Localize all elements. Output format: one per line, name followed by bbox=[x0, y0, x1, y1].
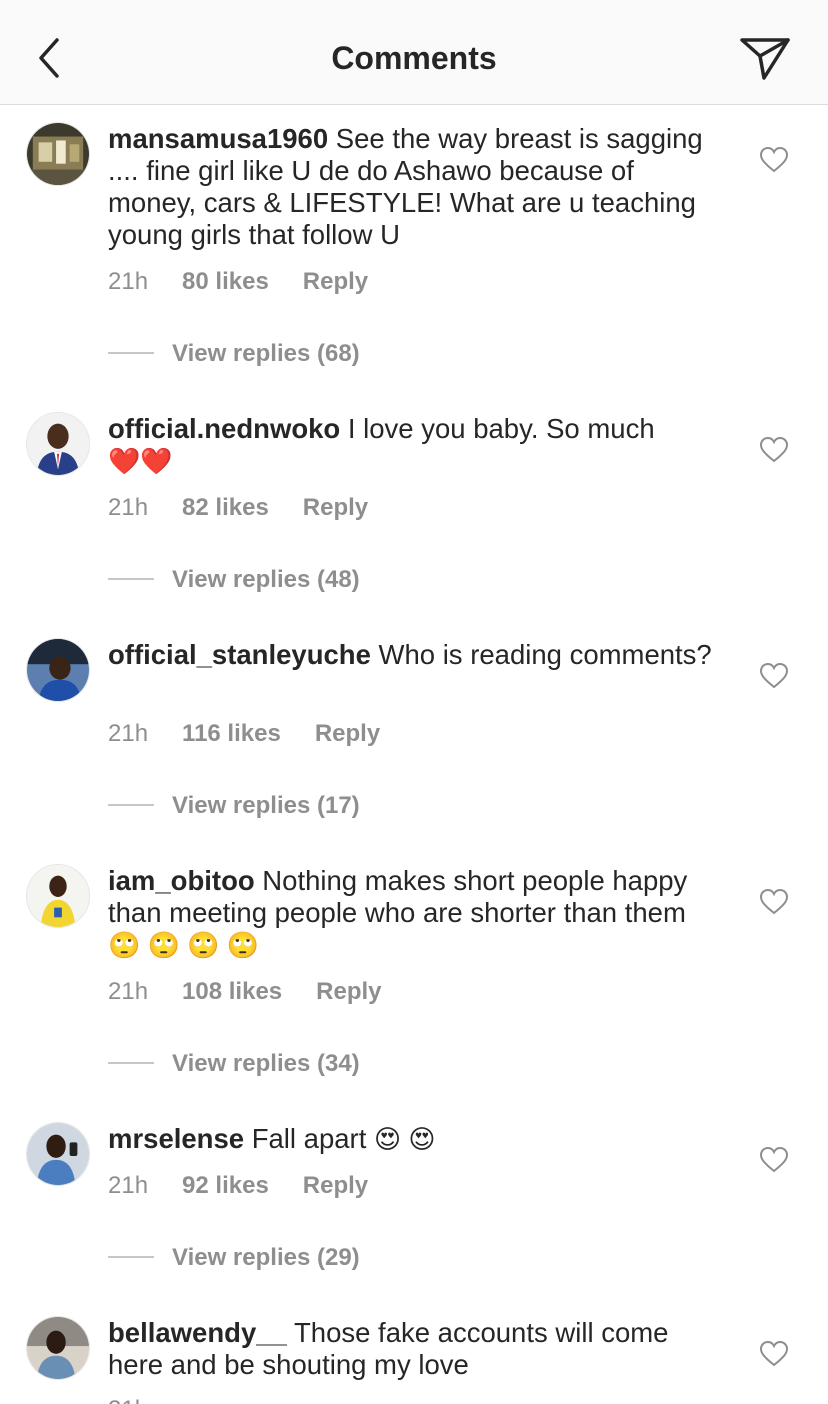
heart-icon[interactable] bbox=[760, 663, 788, 689]
heart-icon[interactable] bbox=[760, 437, 788, 463]
username-link[interactable]: mrselense bbox=[108, 1123, 244, 1154]
divider-line bbox=[108, 1061, 154, 1064]
view-replies-label: View replies (29) bbox=[172, 1244, 360, 1271]
username-link[interactable]: official_stanleyuche bbox=[108, 639, 371, 670]
view-replies-label: View replies (48) bbox=[172, 566, 360, 593]
heart-icon[interactable] bbox=[760, 1341, 788, 1367]
timestamp: 21h bbox=[108, 268, 149, 295]
avatar-image bbox=[27, 639, 89, 701]
avatar[interactable] bbox=[26, 1316, 90, 1380]
avatar[interactable] bbox=[26, 1122, 90, 1186]
emoji-text: 😍 😍 bbox=[374, 1124, 436, 1154]
comment-text: mansamusa1960 See the way breast is sagg… bbox=[108, 123, 718, 251]
divider-line bbox=[108, 803, 154, 806]
reply-button[interactable]: Reply bbox=[303, 1172, 368, 1199]
comment-meta: 21h 108 likes Reply bbox=[108, 978, 416, 1008]
username-link[interactable]: bellawendy__ bbox=[108, 1317, 287, 1348]
comment-meta: 21h 92 likes Reply bbox=[108, 1172, 402, 1202]
page-title: Comments bbox=[331, 40, 497, 76]
comment-text: mrselense Fall apart 😍 😍 bbox=[108, 1123, 718, 1155]
avatar[interactable] bbox=[26, 638, 90, 702]
username-link[interactable]: mansamusa1960 bbox=[108, 123, 328, 154]
reply-button[interactable]: Reply bbox=[303, 494, 368, 521]
likes-count[interactable]: 116 likes bbox=[182, 720, 281, 747]
comment-text: bellawendy__ Those fake accounts will co… bbox=[108, 1317, 718, 1381]
avatar-image bbox=[27, 865, 89, 927]
view-replies-button[interactable]: View replies (17) bbox=[108, 792, 360, 822]
heart-icon[interactable] bbox=[760, 147, 788, 173]
comment-text: iam_obitoo Nothing makes short people ha… bbox=[108, 865, 718, 961]
username-link[interactable]: official.nednwoko bbox=[108, 413, 340, 444]
divider-line bbox=[108, 1255, 154, 1258]
likes-count[interactable]: 108 likes bbox=[182, 978, 282, 1005]
heart-icon[interactable] bbox=[760, 1147, 788, 1173]
divider-line bbox=[108, 577, 154, 580]
view-replies-button[interactable]: View replies (68) bbox=[108, 340, 360, 370]
view-replies-button[interactable]: View replies (34) bbox=[108, 1050, 360, 1080]
avatar[interactable] bbox=[26, 412, 90, 476]
comment-text: official.nednwoko I love you baby. So mu… bbox=[108, 413, 718, 477]
view-replies-label: View replies (34) bbox=[172, 1050, 360, 1077]
avatar-image bbox=[27, 413, 89, 475]
share-button[interactable] bbox=[738, 36, 792, 82]
timestamp: 21h bbox=[108, 978, 149, 1005]
paper-plane-icon bbox=[740, 38, 790, 80]
divider-line bbox=[108, 351, 154, 354]
likes-count[interactable]: 92 likes bbox=[182, 1172, 269, 1199]
comment-body: Who is reading comments? bbox=[370, 639, 712, 670]
avatar-image bbox=[27, 1123, 89, 1185]
avatar-image bbox=[27, 1317, 89, 1379]
view-replies-button[interactable]: View replies (29) bbox=[108, 1244, 360, 1274]
reply-button[interactable]: Reply bbox=[303, 268, 368, 295]
likes-count[interactable]: 82 likes bbox=[182, 494, 269, 521]
username-link[interactable]: iam_obitoo bbox=[108, 865, 255, 896]
reply-button[interactable]: Reply bbox=[316, 978, 381, 1005]
comment-body: I love you baby. So much bbox=[340, 413, 655, 444]
avatar-image bbox=[27, 123, 89, 185]
timestamp: 21h bbox=[108, 494, 149, 521]
comment-meta: 21h 116 likes Reply bbox=[108, 720, 414, 750]
view-replies-label: View replies (17) bbox=[172, 792, 360, 819]
view-replies-label: View replies (68) bbox=[172, 340, 360, 367]
timestamp: 21h bbox=[108, 720, 149, 747]
comment-meta: 21h 80 likes Reply bbox=[108, 268, 402, 298]
emoji-text: 🙄 🙄 🙄 🙄 bbox=[108, 930, 260, 960]
reply-button[interactable]: Reply bbox=[315, 720, 380, 747]
timestamp: 21h bbox=[108, 1396, 148, 1404]
comment-text: official_stanleyuche Who is reading comm… bbox=[108, 639, 718, 671]
likes-count[interactable]: 80 likes bbox=[182, 268, 269, 295]
top-nav-bar: Comments bbox=[0, 0, 828, 105]
comment-body: Fall apart bbox=[244, 1123, 374, 1154]
view-replies-button[interactable]: View replies (48) bbox=[108, 566, 360, 596]
comment-meta: 21h bbox=[108, 1396, 182, 1404]
heart-icon[interactable] bbox=[760, 889, 788, 915]
comment-meta: 21h 82 likes Reply bbox=[108, 494, 402, 524]
avatar[interactable] bbox=[26, 122, 90, 186]
avatar[interactable] bbox=[26, 864, 90, 928]
timestamp: 21h bbox=[108, 1172, 149, 1199]
emoji-text: ❤️❤️ bbox=[108, 446, 173, 476]
